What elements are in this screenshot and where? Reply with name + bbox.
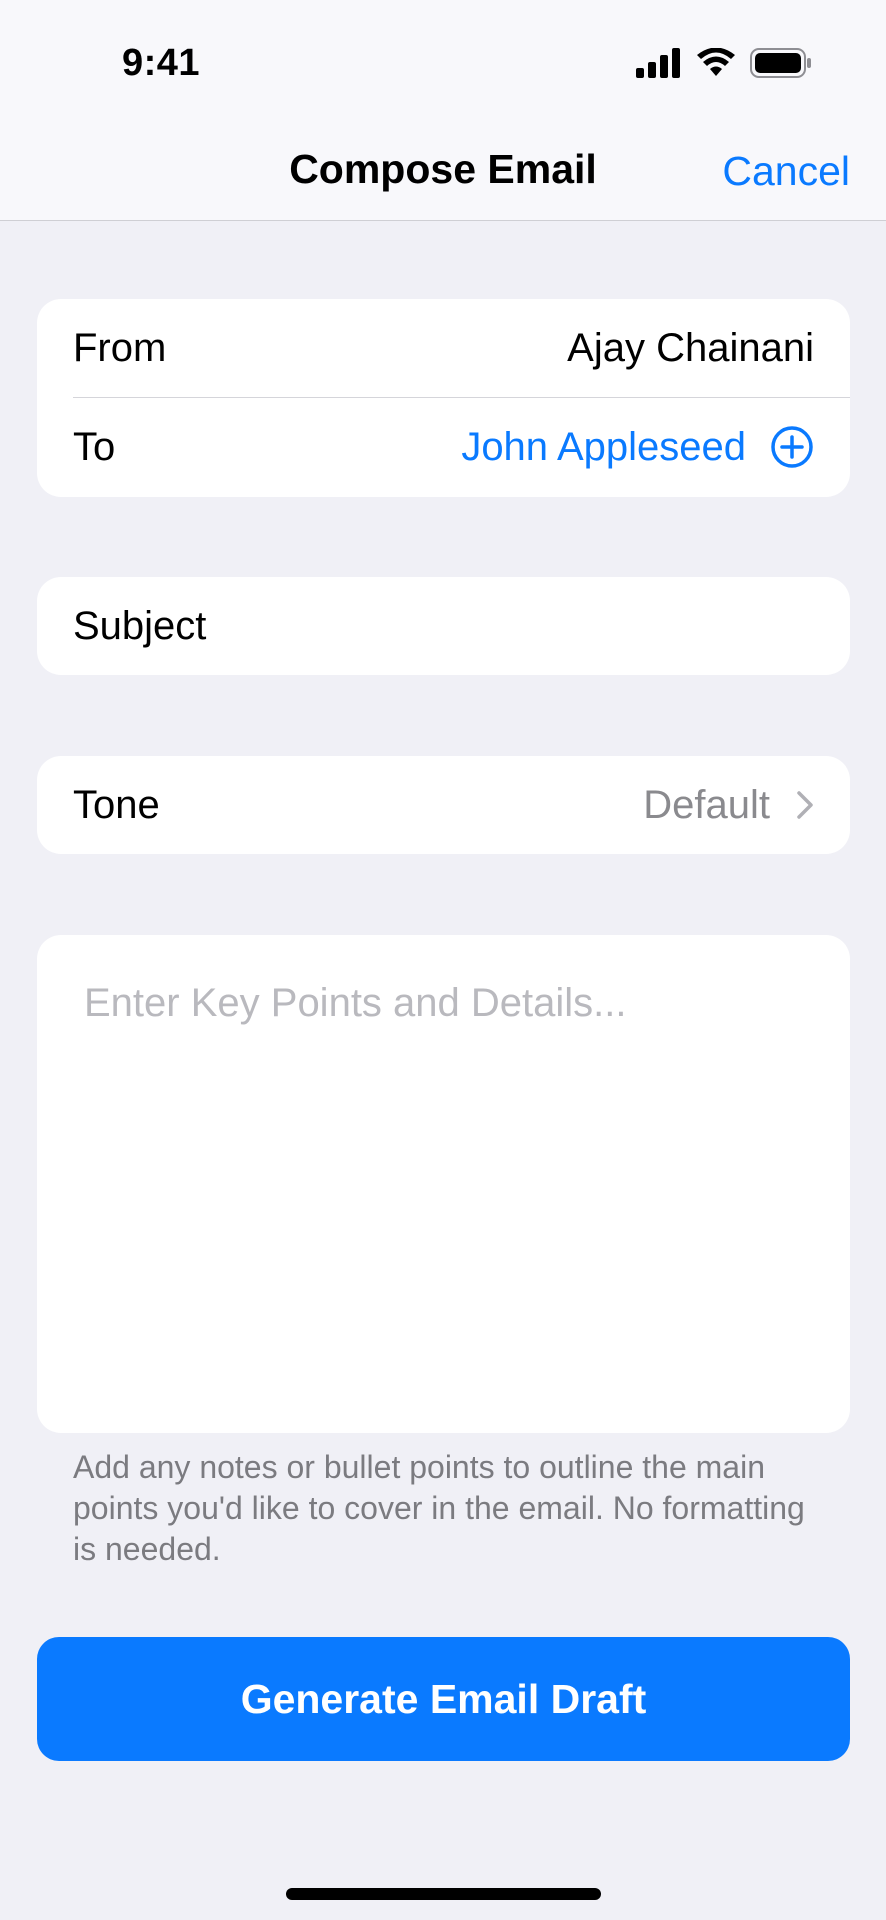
top-bar: 9:41 Compose Email Cancel bbox=[0, 0, 886, 221]
from-value: Ajay Chainani bbox=[567, 325, 814, 370]
to-value[interactable]: John Appleseed bbox=[461, 425, 746, 470]
to-row[interactable]: To John Appleseed bbox=[37, 398, 850, 496]
compose-email-screen: 9:41 Compose Email Cancel From Ajay Chai… bbox=[0, 0, 886, 1920]
key-points-placeholder: Enter Key Points and Details... bbox=[84, 981, 627, 1025]
tone-value: Default bbox=[643, 782, 770, 827]
to-recipient[interactable]: John Appleseed bbox=[461, 425, 814, 470]
chevron-right-icon bbox=[797, 791, 813, 819]
tone-row[interactable]: Tone Default bbox=[37, 756, 850, 854]
tone-label: Tone bbox=[73, 782, 160, 827]
subject-field[interactable]: Subject bbox=[37, 577, 850, 675]
to-label: To bbox=[73, 424, 116, 469]
tone-selector[interactable]: Tone Default bbox=[37, 756, 850, 854]
key-points-textarea[interactable]: Enter Key Points and Details... bbox=[37, 935, 850, 1433]
subject-row[interactable]: Subject bbox=[37, 577, 850, 675]
cancel-button[interactable]: Cancel bbox=[722, 148, 850, 195]
tone-value-group[interactable]: Default bbox=[643, 783, 814, 828]
generate-email-draft-button[interactable]: Generate Email Draft bbox=[37, 1637, 850, 1761]
from-label: From bbox=[73, 325, 167, 370]
notes-footnote: Add any notes or bullet points to outlin… bbox=[73, 1449, 805, 1567]
subject-label: Subject bbox=[73, 603, 207, 648]
status-time: 9:41 bbox=[122, 42, 201, 84]
recipients-card: From Ajay Chainani To John Appleseed bbox=[37, 299, 850, 497]
from-row: From Ajay Chainani bbox=[37, 299, 850, 397]
status-icons bbox=[636, 48, 812, 78]
home-indicator bbox=[286, 1888, 601, 1900]
cellular-signal-icon bbox=[636, 48, 680, 78]
wifi-icon bbox=[697, 48, 735, 76]
plus-circle-icon[interactable] bbox=[770, 425, 814, 469]
battery-icon bbox=[750, 48, 811, 78]
